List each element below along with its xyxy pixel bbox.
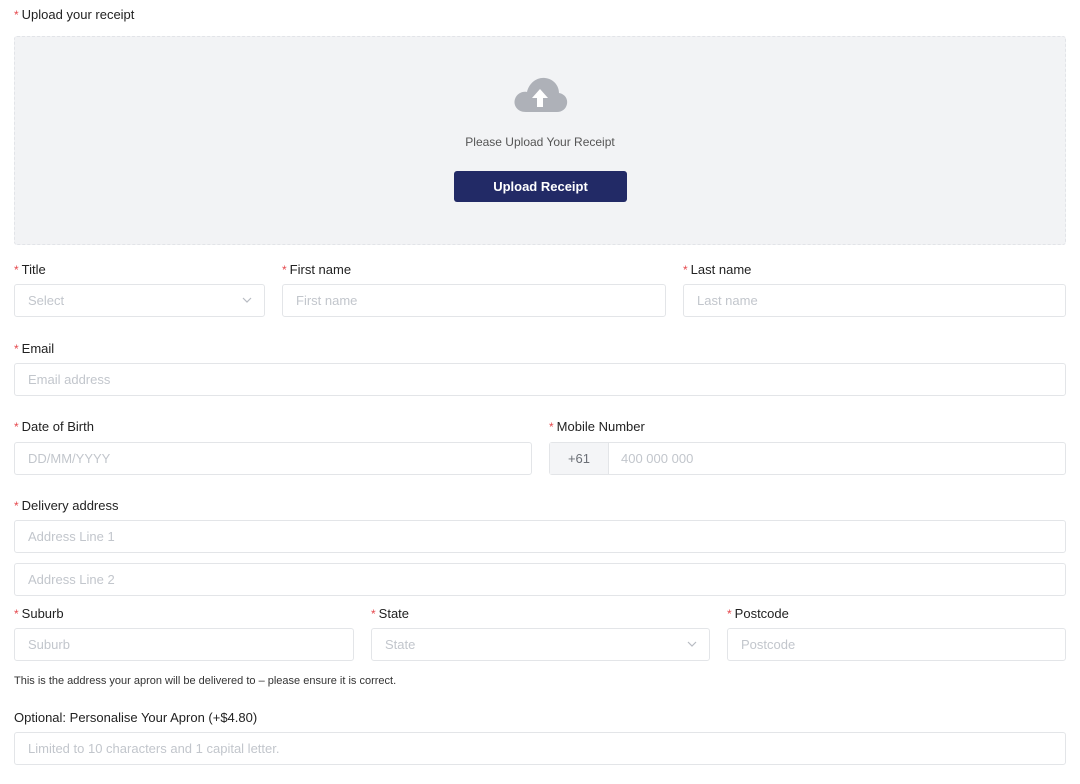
personalise-input[interactable]: [15, 733, 1065, 764]
first-name-label: * First name: [282, 262, 352, 277]
address-line-1-field[interactable]: [14, 520, 1066, 553]
address-helper-text: This is the address your apron will be d…: [14, 675, 397, 687]
required-mark: *: [14, 8, 19, 22]
last-name-field[interactable]: [683, 284, 1066, 317]
email-label: * Email: [14, 341, 55, 356]
dob-input[interactable]: [15, 443, 531, 474]
address-line-2-input[interactable]: [15, 564, 1065, 595]
address-line-1-input[interactable]: [15, 521, 1065, 552]
delivery-address-label: * Delivery address: [14, 498, 119, 513]
cloud-upload-icon: [514, 77, 568, 112]
upload-label: * Upload your receipt: [14, 7, 135, 22]
personalise-label: Optional: Personalise Your Apron (+$4.80…: [14, 710, 258, 725]
chevron-down-icon: [242, 297, 252, 303]
suburb-input[interactable]: [15, 629, 353, 660]
title-select[interactable]: Select: [14, 284, 265, 317]
email-field[interactable]: [14, 363, 1066, 396]
title-label: * Title: [14, 262, 46, 277]
dob-label: * Date of Birth: [14, 419, 94, 434]
suburb-label: * Suburb: [14, 606, 64, 621]
upload-receipt-button[interactable]: Upload Receipt: [454, 171, 627, 202]
mobile-field[interactable]: +61: [549, 442, 1066, 475]
state-select[interactable]: State: [371, 628, 710, 661]
last-name-input[interactable]: [684, 285, 1065, 316]
postcode-label: * Postcode: [727, 606, 789, 621]
personalise-field[interactable]: [14, 732, 1066, 765]
suburb-field[interactable]: [14, 628, 354, 661]
last-name-label: * Last name: [683, 262, 752, 277]
address-line-2-field[interactable]: [14, 563, 1066, 596]
country-code-prefix: +61: [550, 443, 609, 474]
state-label: * State: [371, 606, 410, 621]
mobile-label: * Mobile Number: [549, 419, 645, 434]
upload-prompt: Please Upload Your Receipt: [465, 135, 615, 149]
state-select-value: State: [385, 637, 416, 652]
email-input[interactable]: [15, 364, 1065, 395]
postcode-input[interactable]: [728, 629, 1065, 660]
title-select-value: Select: [28, 293, 65, 308]
first-name-field[interactable]: [282, 284, 666, 317]
first-name-input[interactable]: [283, 285, 665, 316]
chevron-down-icon: [687, 641, 697, 647]
postcode-field[interactable]: [727, 628, 1066, 661]
mobile-input[interactable]: [608, 443, 1063, 474]
dob-field[interactable]: [14, 442, 532, 475]
